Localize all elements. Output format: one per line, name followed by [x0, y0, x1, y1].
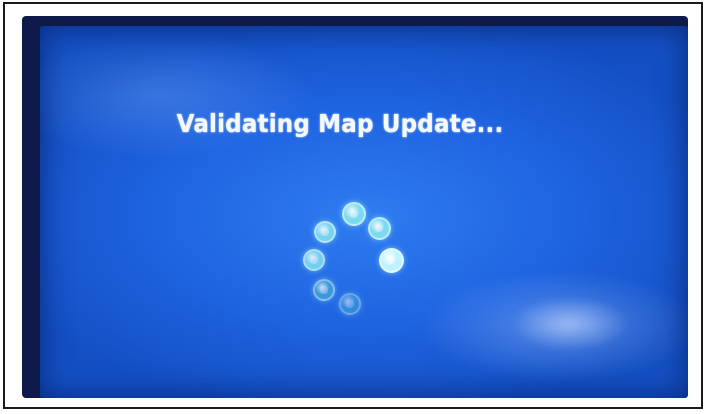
spinner-dot — [378, 247, 404, 273]
status-message: Validating Map Update... — [176, 109, 504, 138]
spinner-dot — [342, 202, 366, 226]
spinner-dot — [339, 293, 361, 315]
spinner-dot — [303, 249, 325, 271]
background-cloud — [510, 296, 630, 351]
spinner-dot — [313, 279, 335, 301]
spinner-dot — [314, 221, 336, 243]
navigation-screen: Validating Map Update... — [40, 26, 688, 398]
loading-spinner-icon — [295, 196, 415, 316]
spinner-dot — [367, 216, 391, 240]
